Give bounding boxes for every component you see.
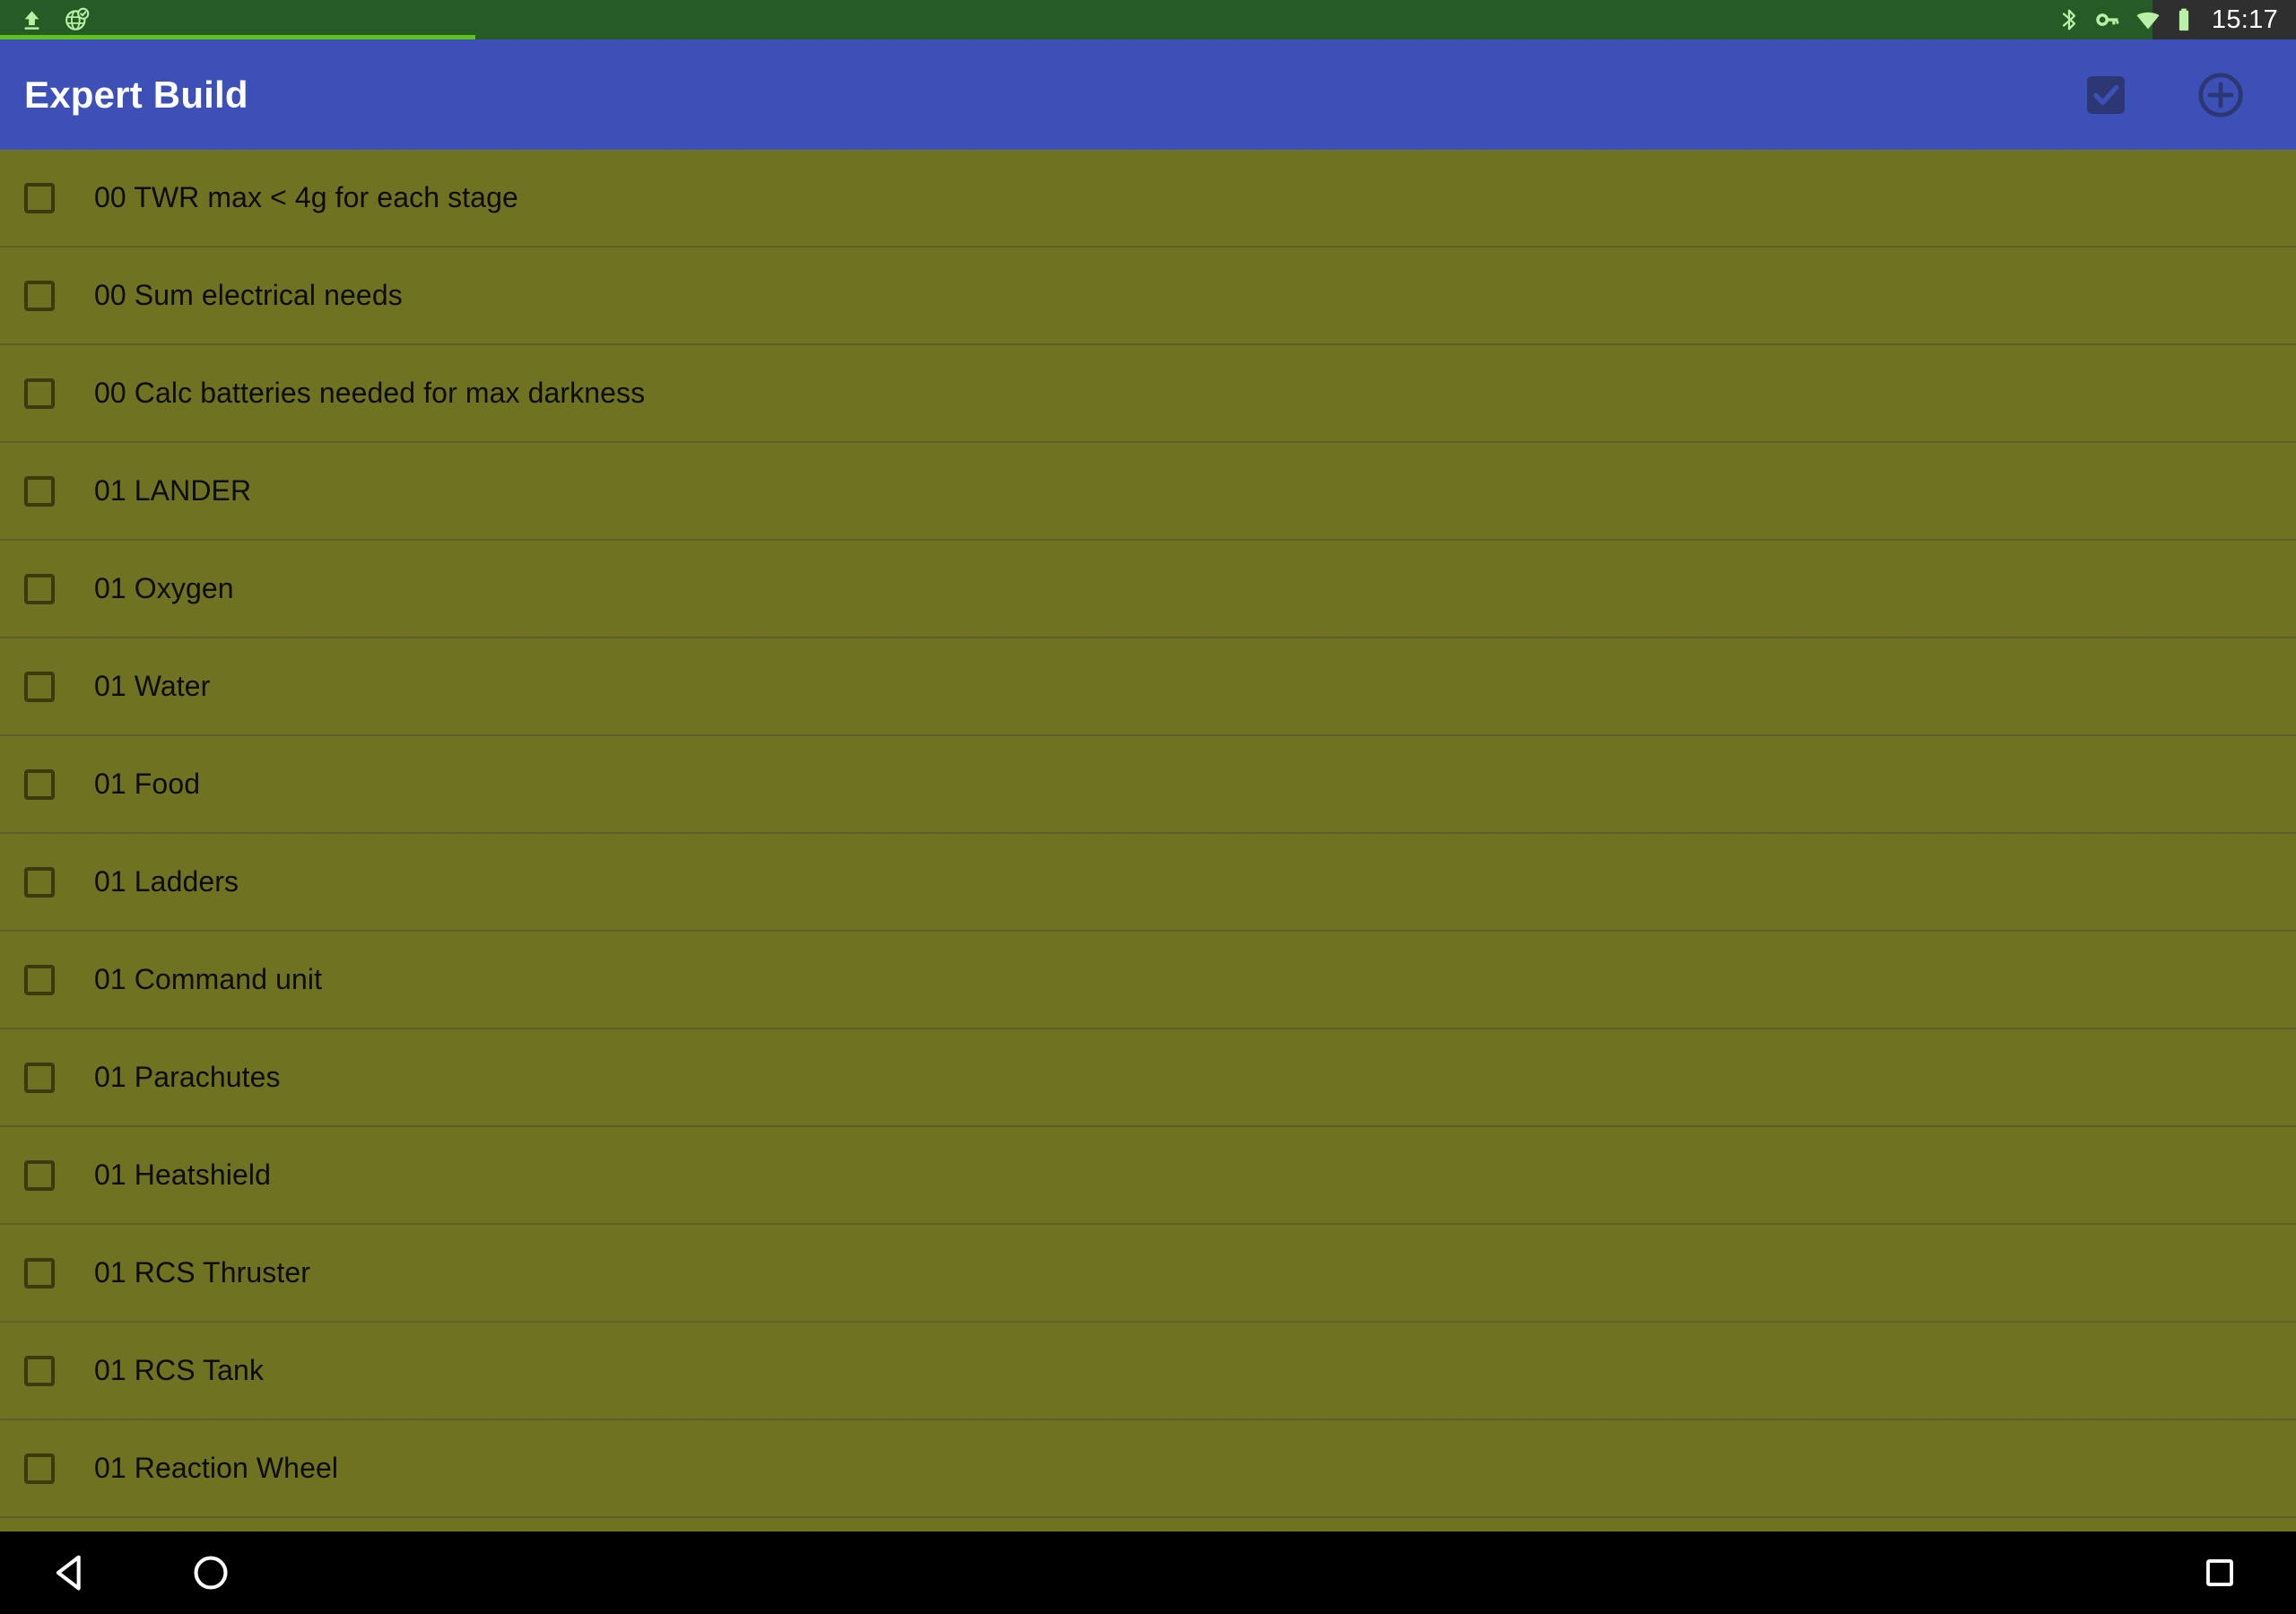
checklist-row-label: 00 TWR max < 4g for each stage [94, 181, 518, 213]
checklist-row[interactable]: 01 Ladders [0, 834, 2296, 932]
checklist-row[interactable]: 01 Food [0, 736, 2296, 834]
checkbox-unchecked-icon[interactable] [24, 1062, 55, 1093]
nav-recents-button[interactable] [2170, 1532, 2269, 1614]
checkbox-unchecked-icon[interactable] [24, 1453, 55, 1484]
checklist-row-label: 01 RCS Thruster [94, 1256, 310, 1289]
battery-icon [2176, 7, 2192, 32]
checklist-row-label: 01 Heatshield [94, 1158, 271, 1191]
recents-square-icon [2206, 1559, 2233, 1586]
nav-back-button[interactable] [22, 1532, 120, 1614]
checklist-row[interactable]: 01 Water [0, 638, 2296, 736]
checklist-row[interactable]: 01 RCS Thruster [0, 1225, 2296, 1323]
checklist-row[interactable]: 00 Sum electrical needs [0, 247, 2296, 345]
checklist-row-label: 00 Sum electrical needs [94, 279, 403, 311]
checklist-row[interactable]: 01 Oxygen [0, 541, 2296, 638]
checklist[interactable]: 00 TWR max < 4g for each stage 00 Sum ele… [0, 150, 2296, 1532]
status-bar-notification-icons [20, 7, 90, 33]
checklist-row[interactable]: 01 Reaction Wheel [0, 1420, 2296, 1518]
bluetooth-icon [2057, 8, 2081, 31]
checklist-row[interactable]: 01 RCS Tank [0, 1323, 2296, 1420]
checkbox-unchecked-icon[interactable] [24, 1159, 55, 1191]
checkbox-unchecked-icon[interactable] [24, 671, 55, 702]
status-bar-progress-indicator [0, 35, 475, 39]
checklist-row-label: 01 Command unit [94, 963, 323, 995]
checklist-row-label: 01 Parachutes [94, 1061, 281, 1093]
checkbox-unchecked-icon[interactable] [24, 573, 55, 604]
wifi-icon [2135, 6, 2161, 33]
plus-circle-icon [2198, 72, 2243, 117]
checkbox-unchecked-icon[interactable] [24, 768, 55, 800]
checklist-row-label: 01 Oxygen [94, 572, 234, 604]
app-bar: Expert Build [0, 39, 2296, 150]
checklist-row-label: 01 LANDER [94, 474, 252, 507]
checkbox-unchecked-icon[interactable] [24, 377, 55, 409]
checklist-row[interactable]: 00 TWR max < 4g for each stage [0, 150, 2296, 247]
checkbox-unchecked-icon[interactable] [24, 1257, 55, 1289]
checklist-row-label: 00 Calc batteries needed for max darknes… [94, 377, 646, 409]
checkbox-unchecked-icon[interactable] [24, 475, 55, 507]
nav-home-button[interactable] [161, 1532, 260, 1614]
checklist-row[interactable]: 00 Calc batteries needed for max darknes… [0, 345, 2296, 443]
checklist-row-label: 01 RCS Tank [94, 1354, 265, 1386]
checklist-row-label: 01 Reaction Wheel [94, 1452, 339, 1484]
back-triangle-icon [56, 1555, 81, 1591]
checklist-row-label: 01 Food [94, 768, 201, 800]
upload-icon [20, 8, 44, 32]
status-bar: 15:17 [0, 0, 2296, 39]
checklist-row[interactable]: 01 LANDER [0, 443, 2296, 541]
app-bar-actions [2070, 59, 2257, 131]
checkbox-unchecked-icon[interactable] [24, 182, 55, 213]
globe-check-icon [64, 7, 90, 33]
page-title: Expert Build [24, 73, 248, 116]
checklist-row[interactable]: 01 Command unit [0, 932, 2296, 1029]
checkbox-checked-icon [2087, 75, 2125, 114]
checkbox-unchecked-icon[interactable] [24, 280, 55, 311]
checkbox-unchecked-icon[interactable] [24, 866, 55, 898]
checkbox-unchecked-icon[interactable] [24, 964, 55, 995]
checklist-row[interactable]: 01 Parachutes [0, 1029, 2296, 1127]
status-bar-system-icons: 15:17 [2057, 5, 2280, 35]
checklist-row[interactable]: 01 Heatshield [0, 1127, 2296, 1225]
system-navigation-bar [0, 1532, 2296, 1614]
status-bar-clock: 15:17 [2211, 4, 2278, 34]
checklist-row-label: 01 Ladders [94, 865, 239, 898]
checkbox-unchecked-icon[interactable] [24, 1355, 55, 1386]
android-screen: 15:17 Expert Build 00 TWR max < 4g for e… [0, 0, 2296, 1614]
checklist-row-label: 01 Water [94, 670, 211, 702]
vpn-key-icon [2095, 7, 2120, 32]
add-item-button[interactable] [2185, 59, 2257, 131]
home-circle-icon [194, 1556, 228, 1590]
select-all-checkbox-button[interactable] [2070, 59, 2142, 131]
